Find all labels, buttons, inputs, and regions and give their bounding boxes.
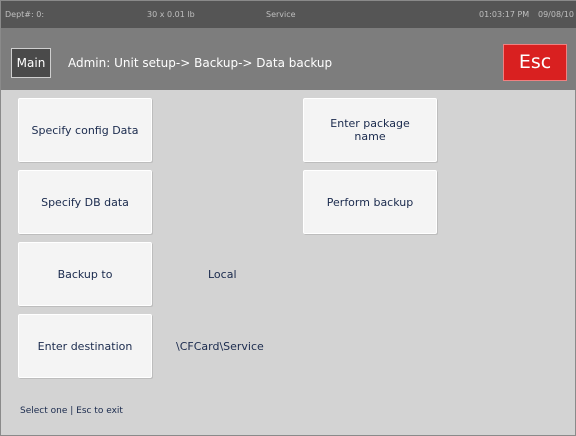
main-button[interactable]: Main	[11, 48, 51, 78]
specify-config-button[interactable]: Specify config Data	[18, 98, 152, 162]
enter-destination-label: Enter destination	[37, 339, 133, 353]
page-title: Admin: Unit setup-> Backup-> Data backup	[68, 56, 333, 70]
perform-backup-label: Perform backup	[326, 195, 414, 209]
specify-db-button[interactable]: Specify DB data	[18, 170, 152, 234]
status-bar: Dept#: 0: 30 x 0.01 lb Service 01:03:17 …	[1, 1, 576, 28]
backup-to-button[interactable]: Backup to	[18, 242, 152, 306]
esc-button[interactable]: Esc	[503, 44, 567, 81]
enter-destination-button[interactable]: Enter destination	[18, 314, 152, 378]
enter-package-name-button[interactable]: Enter package name	[303, 98, 437, 162]
specify-db-label: Specify DB data	[41, 195, 129, 209]
perform-backup-button[interactable]: Perform backup	[303, 170, 437, 234]
backup-to-value: Local	[208, 268, 237, 281]
screen: Dept#: 0: 30 x 0.01 lb Service 01:03:17 …	[0, 0, 576, 436]
scale-status: 30 x 0.01 lb	[147, 10, 195, 19]
mode-status: Service	[266, 10, 296, 19]
footer-hint: Select one | Esc to exit	[20, 406, 123, 416]
destination-value: \CFCard\Service	[176, 340, 264, 353]
backup-to-label: Backup to	[57, 267, 113, 281]
enter-package-name-label: Enter package name	[330, 117, 410, 143]
specify-config-label: Specify config Data	[31, 123, 139, 137]
date-status: 09/08/10	[538, 10, 574, 19]
title-bar: Main Admin: Unit setup-> Backup-> Data b…	[1, 28, 576, 90]
dept-status: Dept#: 0:	[5, 10, 45, 19]
time-status: 01:03:17 PM	[479, 10, 530, 19]
